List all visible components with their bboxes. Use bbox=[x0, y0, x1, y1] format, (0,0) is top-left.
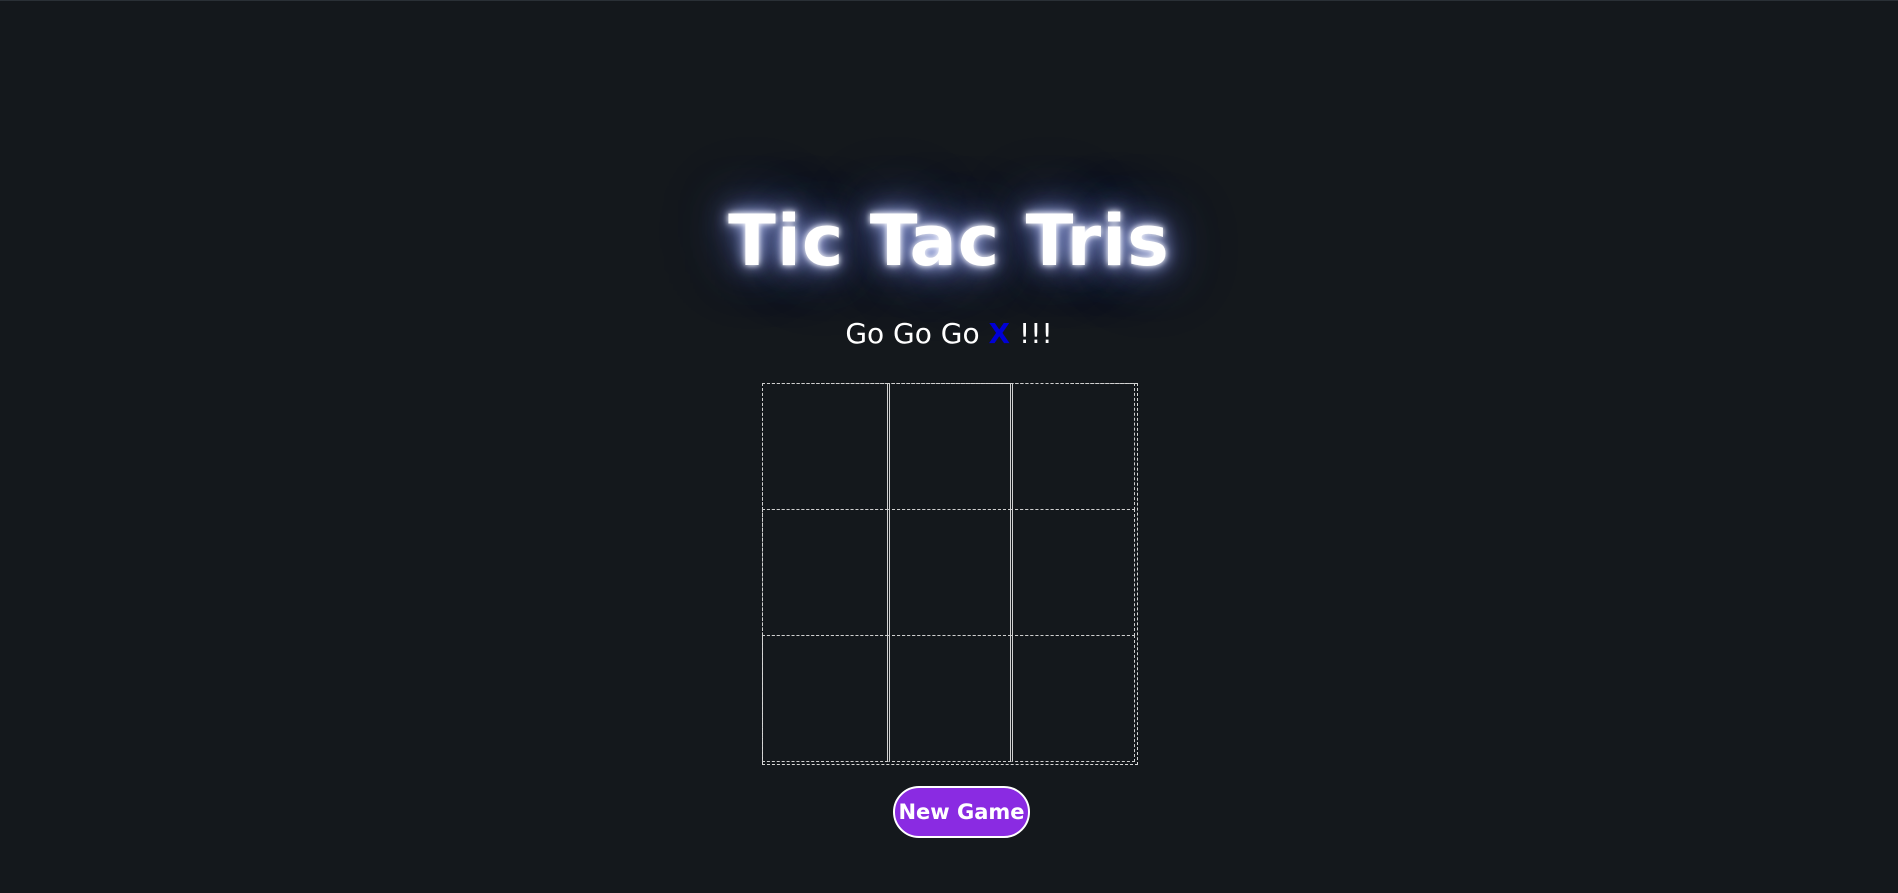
board-cell-4[interactable] bbox=[762, 509, 888, 636]
turn-status-prefix: Go Go Go bbox=[845, 317, 989, 350]
board-cell-8[interactable] bbox=[887, 635, 1011, 762]
new-game-button[interactable]: New Game bbox=[893, 786, 1030, 838]
turn-status: Go Go Go X !!! bbox=[0, 314, 1898, 354]
board-cell-3[interactable] bbox=[1010, 383, 1135, 510]
game-board bbox=[762, 383, 1138, 765]
board-cell-2[interactable] bbox=[887, 383, 1011, 510]
turn-status-suffix: !!! bbox=[1010, 317, 1053, 350]
board-cell-6[interactable] bbox=[1010, 509, 1135, 636]
board-cell-5[interactable] bbox=[887, 509, 1011, 636]
game-app: Tic Tac Tris Go Go Go X !!! New Game bbox=[0, 0, 1898, 893]
board-cell-9[interactable] bbox=[1010, 635, 1135, 762]
current-player-mark: X bbox=[988, 317, 1011, 350]
board-cell-7[interactable] bbox=[762, 635, 888, 762]
board-cell-1[interactable] bbox=[762, 383, 888, 510]
game-title: Tic Tac Tris bbox=[728, 200, 1170, 282]
